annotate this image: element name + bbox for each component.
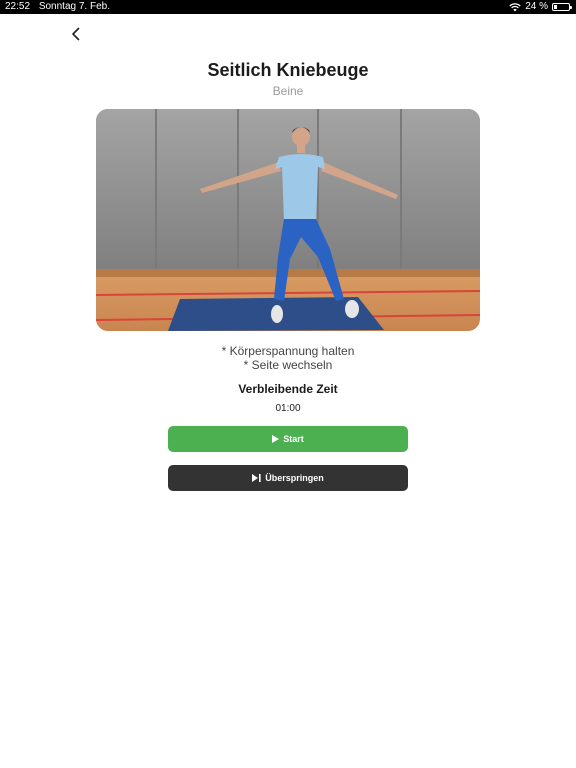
remaining-time-value: 01:00 xyxy=(275,403,301,414)
wifi-icon xyxy=(509,2,521,11)
start-button-label: Start xyxy=(283,434,304,444)
status-date: Sonntag 7. Feb. xyxy=(38,1,110,12)
skip-button-label: Überspringen xyxy=(265,473,324,483)
status-time: 22:52 xyxy=(5,1,31,12)
status-bar: 22:52 Sonntag 7. Feb. 24 % xyxy=(0,0,576,14)
skip-forward-icon xyxy=(252,474,261,482)
back-button[interactable] xyxy=(64,22,88,46)
exercise-video[interactable] xyxy=(96,109,480,331)
exercise-video-frame xyxy=(96,109,480,331)
battery-percent: 24 % xyxy=(525,1,548,12)
play-icon xyxy=(272,435,280,443)
skip-button[interactable]: Überspringen xyxy=(168,465,408,491)
exercise-title: Seitlich Kniebeuge xyxy=(207,60,369,80)
battery-fill xyxy=(554,5,557,9)
remaining-time-label: Verbleibende Zeit xyxy=(238,382,338,396)
hint-line: * Seite wechseln xyxy=(243,358,333,372)
hint-line: * Körperspannung halten xyxy=(221,344,355,358)
battery-icon xyxy=(552,3,572,11)
start-button[interactable]: Start xyxy=(168,426,408,452)
exercise-category: Beine xyxy=(272,84,304,98)
status-right: 24 % xyxy=(509,0,572,14)
status-left: 22:52 Sonntag 7. Feb. xyxy=(5,0,116,14)
chevron-left-icon xyxy=(72,27,80,41)
exercise-hints: * Körperspannung halten * Seite wechseln xyxy=(0,344,576,372)
